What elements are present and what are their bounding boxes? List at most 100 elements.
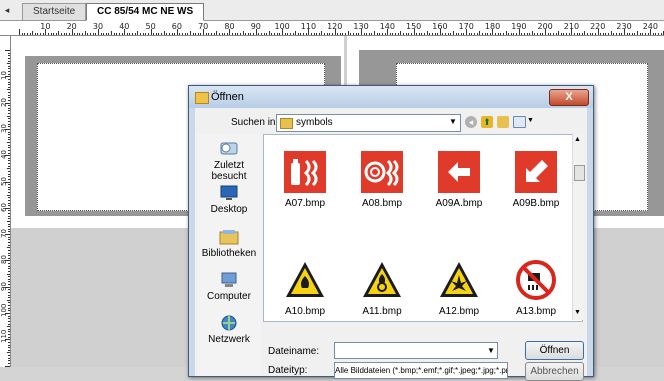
ruler-tick (502, 33, 504, 35)
ruler-tick (29, 33, 31, 35)
ruler-tick (8, 341, 10, 343)
ruler-tick (329, 33, 331, 35)
ruler-tick (7, 273, 10, 275)
view-menu-icon[interactable] (513, 116, 526, 128)
ruler-tick (355, 33, 357, 35)
ruler-tick (84, 31, 86, 35)
tab-startseite[interactable]: Startseite (22, 3, 87, 20)
ruler-label: 220 (590, 22, 606, 31)
ruler-tick (163, 31, 165, 35)
ruler-tick (158, 33, 160, 35)
file-item-a09b[interactable]: A09B.bmp (501, 151, 571, 209)
ruler-label: 200 (537, 22, 553, 31)
filetype-dropdown[interactable]: Alle Bilddateien (*.bmp;*.emf;*.gif;*.jp… (334, 362, 508, 379)
ruler-tick (442, 33, 444, 35)
file-list-scrollbar[interactable]: ▲ ▼ (572, 134, 585, 320)
no-water-extinguishing-icon (515, 259, 557, 301)
file-list[interactable]: A07.bmp A08.bmp A09A.bmp A09B.bmp A10.bm… (263, 134, 583, 322)
ruler-tick (137, 31, 139, 35)
cancel-button[interactable]: Abbrechen (525, 362, 584, 381)
new-folder-icon[interactable] (497, 116, 509, 128)
ruler-tick (260, 33, 262, 35)
ruler-tick (24, 33, 26, 35)
ruler-tick (8, 236, 10, 238)
ruler-tick (655, 33, 657, 35)
place-computer[interactable]: Computer (197, 271, 261, 302)
ruler-tick (410, 33, 412, 35)
file-item-a09a[interactable]: A09A.bmp (424, 151, 494, 209)
ruler-tick (8, 173, 10, 175)
ruler-tick (95, 33, 97, 35)
ruler-tick (460, 33, 462, 35)
ruler-label: 40 (0, 150, 8, 160)
chevron-down-icon[interactable]: ▼ (449, 117, 457, 126)
place-network[interactable]: Netzwerk (197, 314, 261, 345)
ruler-tick (8, 144, 10, 146)
up-folder-icon[interactable]: ⬆ (481, 116, 493, 128)
ruler-tick (226, 33, 228, 35)
place-label: Desktop (210, 204, 248, 215)
scroll-down-icon[interactable]: ▼ (574, 309, 581, 316)
ruler-tick (8, 60, 10, 62)
ruler-tick (8, 270, 10, 272)
scroll-up-icon[interactable]: ▲ (574, 136, 581, 143)
dialog-title-bar[interactable]: Öffnen X (189, 86, 593, 108)
ruler-tick (126, 33, 128, 35)
ruler-label: 20 (0, 97, 8, 107)
open-button[interactable]: Öffnen (525, 341, 584, 360)
horizontal-ruler: 10 20 30 40 50 60 70 80 90 100 110 120 130 140 150 160 1… (0, 21, 664, 36)
tab-active-document[interactable]: CC 85/54 MC NE WS (86, 3, 205, 21)
ruler-tick (8, 68, 10, 70)
place-label: Bibliotheken (201, 248, 257, 259)
ruler-tick (192, 33, 194, 35)
filename-chevron-down-icon[interactable]: ▼ (487, 346, 495, 355)
filename-input[interactable] (334, 342, 498, 359)
libraries-icon (219, 230, 239, 245)
ruler-tick (476, 33, 478, 35)
ruler-tick (7, 168, 10, 170)
file-item-a08[interactable]: A08.bmp (347, 151, 417, 209)
place-recent[interactable]: Zuletzt besucht (197, 140, 261, 182)
ruler-tick (8, 192, 10, 194)
ruler-tick (563, 33, 565, 35)
place-libraries[interactable]: Bibliotheken (197, 228, 261, 259)
ruler-tick (105, 33, 107, 35)
ruler-tick (8, 78, 10, 80)
ruler-tick (284, 33, 286, 35)
file-item-a10[interactable]: A10.bmp (270, 259, 340, 317)
ruler-tick (32, 31, 34, 35)
ruler-tick (610, 31, 612, 35)
ruler-label: 30 (92, 22, 104, 31)
ruler-tick (347, 31, 349, 35)
view-chevron-down-icon[interactable]: ▼ (527, 117, 534, 124)
file-item-a13[interactable]: A13.bmp (501, 259, 571, 317)
look-in-dropdown[interactable]: symbols ▼ (276, 114, 461, 132)
ruler-tick (289, 33, 291, 35)
ruler-tick (266, 33, 268, 35)
ruler-tick (26, 33, 28, 35)
file-item-a11[interactable]: A11.bmp (347, 259, 417, 317)
tab-scroll-left-icon[interactable]: ◂ (2, 3, 12, 17)
ruler-tick (8, 318, 10, 320)
ruler-label: 180 (484, 22, 501, 31)
file-item-a07[interactable]: A07.bmp (270, 151, 340, 209)
ruler-tick (8, 268, 10, 270)
ruler-tick (8, 186, 10, 188)
dialog-body: Suchen in: symbols ▼ ◂ ⬆ ▼ Zuletzt besuc… (195, 108, 587, 381)
ruler-tick (8, 334, 10, 336)
ruler-tick (395, 33, 397, 35)
close-button[interactable]: X (549, 89, 589, 106)
ruler-tick (318, 33, 320, 35)
scroll-thumb[interactable] (574, 165, 585, 181)
back-icon[interactable]: ◂ (465, 116, 477, 128)
place-desktop[interactable]: Desktop (197, 184, 261, 215)
ruler-tick (74, 33, 76, 35)
ruler-tick (487, 33, 489, 35)
ruler-tick (8, 278, 10, 280)
file-item-a12[interactable]: A12.bmp (424, 259, 494, 317)
ruler-label: 240 (642, 22, 658, 31)
ruler-tick (8, 331, 10, 333)
ruler-tick (558, 31, 560, 35)
ruler-label: 230 (616, 22, 632, 31)
ruler-tick (508, 33, 510, 35)
